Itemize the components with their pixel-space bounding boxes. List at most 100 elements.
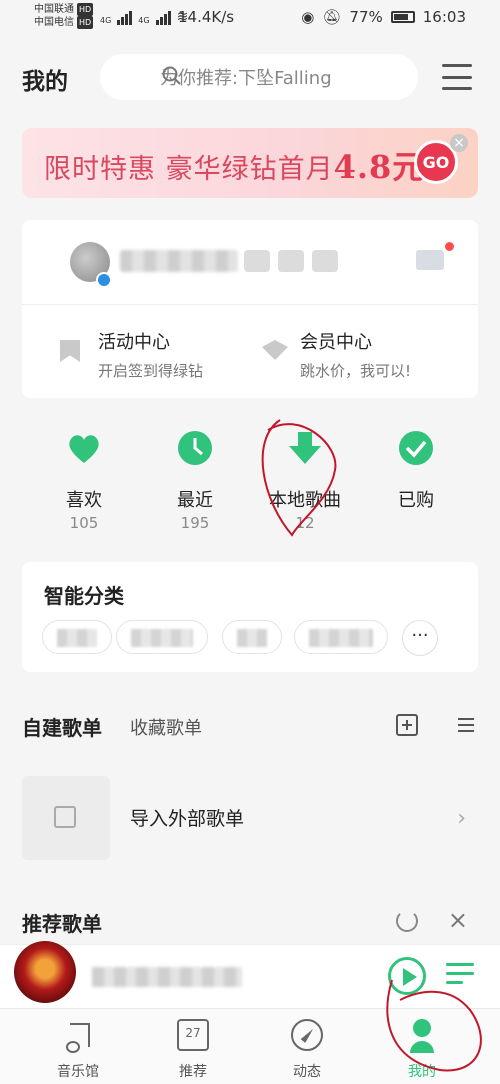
carrier-1: 中国联通 [34, 4, 74, 15]
bookmark-icon [60, 340, 80, 362]
import-thumb [22, 776, 110, 860]
quick-label: 喜欢 [66, 490, 102, 511]
banner-price: 4.8元 [333, 148, 426, 186]
quick-count: 195 [180, 514, 210, 532]
refresh-icon[interactable] [396, 910, 418, 932]
network-speed: 14.4K/s [178, 8, 235, 26]
bottom-nav: 音乐馆 27 推荐 动态 我的 [0, 1008, 500, 1084]
search-input[interactable]: 为你推荐:下坠Falling [100, 54, 418, 100]
import-playlist-row[interactable]: 导入外部歌单 › [22, 776, 478, 860]
network-type-2: 4G [138, 16, 150, 25]
more-categories-button[interactable]: ··· [402, 620, 438, 656]
heart-icon [69, 435, 99, 463]
banner-close-icon[interactable]: × [450, 134, 468, 152]
clock-icon [178, 431, 212, 465]
category-chip[interactable] [222, 620, 282, 654]
mute-bell-icon: 🔕︎ [322, 8, 342, 26]
quick-recent[interactable]: 最近 195 [145, 430, 245, 532]
battery-icon [390, 11, 415, 23]
playlist-queue-icon[interactable] [446, 963, 474, 989]
network-type-1: 4G [100, 16, 112, 25]
hd-badge: HD [77, 16, 94, 29]
smart-category-card: 智能分类 ··· [22, 562, 478, 672]
activity-title: 活动中心 [98, 332, 170, 353]
category-chip[interactable] [294, 620, 388, 654]
carrier-info: 中国联通 HD 中国电信 HD [34, 3, 94, 29]
calendar-icon: 27 [177, 1019, 209, 1051]
quick-local-songs[interactable]: 本地歌曲 12 [255, 430, 355, 532]
diamond-icon [262, 340, 288, 360]
signal-bars-icon [117, 11, 133, 25]
check-icon [399, 431, 433, 465]
status-right: ◉ 🔕︎ 77% 16:03 [301, 8, 466, 26]
vip-title: 会员中心 [300, 332, 372, 353]
vip-center[interactable]: 会员中心 跳水价，我可以! [262, 318, 462, 388]
banner-main-text: 限时特惠 豪华绿钻首月 [44, 154, 334, 185]
search-icon [162, 66, 181, 85]
quick-purchased[interactable]: 已购 [366, 430, 466, 514]
username-blurred[interactable] [120, 250, 238, 272]
nav-label: 我的 [408, 1064, 436, 1080]
diamond-badge-icon [244, 250, 270, 272]
recommend-title: 推荐歌单 [22, 912, 102, 936]
import-label: 导入外部歌单 [130, 808, 245, 830]
vip-subtitle: 跳水价，我可以! [300, 362, 412, 380]
clock-time: 16:03 [422, 8, 466, 26]
activity-subtitle: 开启签到得绿钻 [98, 362, 204, 380]
tab-collected-playlists[interactable]: 收藏歌单 [130, 714, 202, 740]
quick-label: 本地歌曲 [269, 490, 341, 511]
mini-player[interactable] [0, 941, 500, 1008]
battery-percent: 77% [349, 8, 383, 26]
close-icon[interactable]: × [448, 906, 468, 934]
nav-mine[interactable]: 我的 [372, 1019, 472, 1081]
import-icon [54, 806, 76, 828]
category-chip[interactable] [42, 620, 112, 654]
eye-icon: ◉ [301, 8, 315, 26]
quick-label: 最近 [177, 490, 213, 511]
quick-count: 12 [295, 514, 315, 532]
user-card: 活动中心 开启签到得绿钻 会员中心 跳水价，我可以! [22, 220, 478, 398]
playlist-tabs: 自建歌单 收藏歌单 [22, 712, 478, 742]
quick-count: 105 [69, 514, 99, 532]
divider [22, 304, 478, 305]
nav-label: 音乐馆 [57, 1064, 99, 1080]
vip-badges[interactable] [244, 250, 338, 272]
v-badge-icon [312, 250, 338, 272]
profile-icon [406, 1019, 438, 1053]
play-button[interactable] [388, 957, 426, 995]
recommend-header: 推荐歌单 × [22, 906, 478, 938]
search-placeholder: 为你推荐:下坠Falling [160, 68, 332, 89]
carrier-2: 中国电信 [34, 17, 74, 28]
compass-icon [291, 1019, 323, 1051]
signal-bars-icon [155, 11, 171, 25]
nav-label: 动态 [293, 1064, 321, 1080]
tab-created-playlists[interactable]: 自建歌单 [22, 712, 102, 741]
activity-center[interactable]: 活动中心 开启签到得绿钻 [60, 318, 260, 388]
song-title-blurred[interactable] [92, 967, 242, 987]
manage-list-icon[interactable] [450, 714, 474, 736]
status-bar: 中国联通 HD 中国电信 HD 4G 4G ≋ 14.4K/s ◉ 🔕︎ 77% 1… [0, 0, 500, 34]
mail-icon[interactable] [416, 250, 444, 270]
promo-banner[interactable]: 限时特惠 豪华绿钻首月4.8元 GO × [22, 128, 478, 198]
download-icon [289, 432, 321, 464]
quick-access-grid: 喜欢 105 最近 195 本地歌曲 12 已购 [0, 430, 500, 532]
menu-icon[interactable] [442, 64, 472, 90]
nav-feed[interactable]: 动态 [257, 1019, 357, 1081]
nav-recommend[interactable]: 27 推荐 [143, 1019, 243, 1081]
quick-label: 已购 [398, 490, 434, 511]
music-note-icon [62, 1019, 94, 1053]
level-badge-icon [278, 250, 304, 272]
add-playlist-icon[interactable] [396, 714, 418, 736]
nav-label: 推荐 [179, 1064, 207, 1080]
notification-dot [445, 242, 454, 251]
nav-music-hall[interactable]: 音乐馆 [28, 1019, 128, 1081]
category-chip[interactable] [116, 620, 208, 654]
album-art[interactable] [14, 941, 76, 1003]
smart-category-title: 智能分类 [44, 584, 124, 608]
header: 我的 为你推荐:下坠Falling [0, 54, 500, 100]
quick-favorites[interactable]: 喜欢 105 [34, 430, 134, 532]
hd-badge: HD [77, 3, 94, 16]
page-title: 我的 [22, 69, 68, 95]
banner-text: 限时特惠 豪华绿钻首月4.8元 [44, 142, 425, 188]
chevron-right-icon: › [457, 806, 466, 831]
